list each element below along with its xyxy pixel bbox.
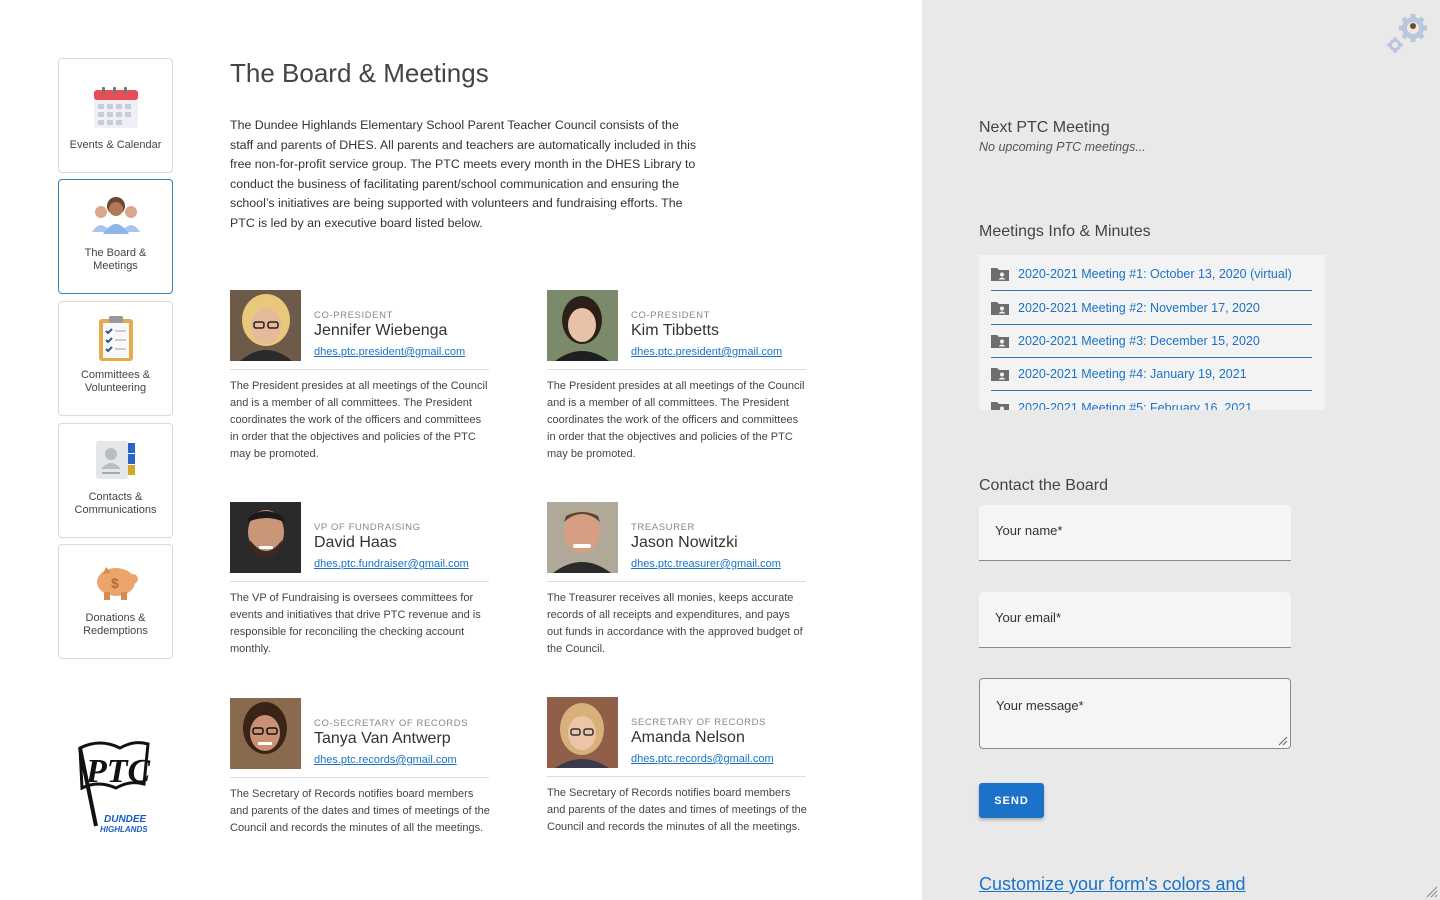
clipboard-checklist-icon [91,313,141,363]
member-role: SECRETARY OF RECORDS [631,717,766,728]
divider [230,369,489,370]
divider [547,776,806,777]
folder-shared-icon [991,267,1009,281]
send-button[interactable]: SEND [979,783,1044,818]
member-role: TREASURER [631,522,695,533]
logo-sub2: HIGHLANDS [100,825,148,834]
member-email-link[interactable]: dhes.ptc.president@gmail.com [631,346,782,358]
divider [547,369,806,370]
member-name: Jason Nowitzki [631,534,738,551]
member-name: Tanya Van Antwerp [314,730,451,747]
minutes-list[interactable]: 2020-2021 Meeting #1: October 13, 2020 (… [979,255,1325,410]
member-role: CO-PRESIDENT [314,310,393,321]
customize-form-link[interactable]: Customize your form's colors and [979,874,1246,895]
minutes-link[interactable]: 2020-2021 Meeting #2: November 17, 2020 [1018,301,1260,315]
member-email-link[interactable]: dhes.ptc.treasurer@gmail.com [631,558,781,570]
divider [547,581,806,582]
nav-board-meetings[interactable]: The Board & Meetings [58,179,173,294]
member-description: The VP of Fundraising is oversees commit… [230,592,481,655]
member-name: Kim Tibbetts [631,322,720,339]
member-email-link[interactable]: dhes.ptc.records@gmail.com [314,754,457,766]
member-description: The President presides at all meetings o… [230,380,488,460]
next-meeting-note: No upcoming PTC meetings... [979,140,1146,154]
folder-shared-icon [991,401,1009,410]
nav-label: The Board & Meetings [84,247,147,272]
member-photo [230,502,301,573]
member-description: The Secretary of Records notifies board … [230,788,490,834]
minutes-link[interactable]: 2020-2021 Meeting #3: December 15, 2020 [1018,334,1260,348]
member-photo [547,697,618,768]
member-role: CO-PRESIDENT [631,310,710,321]
settings-gear-icon[interactable] [1386,12,1430,54]
minutes-link[interactable]: 2020-2021 Meeting #5: February 16, 2021 [1018,401,1252,411]
list-item[interactable]: 2020-2021 Meeting #2: November 17, 2020 [991,291,1312,325]
nav-committees-volunteering[interactable]: Committees & Volunteering [58,301,173,416]
member-role: VP OF FUNDRAISING [314,522,421,533]
message-field-label: Your message* [996,698,1084,713]
next-meeting-title: Next PTC Meeting [979,119,1110,136]
divider [230,581,489,582]
member-role: CO-SECRETARY OF RECORDS [314,718,469,729]
member-description: The President presides at all meetings o… [547,380,805,460]
logo-sub1: DUNDEE [104,814,147,825]
svg-text:$: $ [111,575,119,591]
member-photo [547,290,618,361]
email-field-label: Your email* [995,610,1062,625]
divider [230,777,489,778]
piggy-bank-icon: $ [91,556,141,606]
folder-shared-icon [991,334,1009,348]
calendar-icon [91,83,141,133]
people-group-icon [91,191,141,241]
nav-events-calendar[interactable]: Events & Calendar [58,58,173,173]
member-name: David Haas [314,534,397,551]
ptc-logo: PTC DUNDEE HIGHLANDS [74,738,158,838]
intro-paragraph: The Dundee Highlands Elementary School P… [230,118,697,230]
name-field[interactable]: Your name* [979,505,1291,561]
logo-text: PTC [85,753,151,790]
list-item[interactable]: 2020-2021 Meeting #4: January 19, 2021 [991,357,1312,391]
minutes-link[interactable]: 2020-2021 Meeting #1: October 13, 2020 (… [1018,267,1292,281]
member-name: Jennifer Wiebenga [314,322,448,339]
message-field[interactable]: Your message* [979,678,1291,749]
member-description: The Secretary of Records notifies board … [547,787,807,833]
contact-card-icon [91,435,141,485]
member-email-link[interactable]: dhes.ptc.fundraiser@gmail.com [314,558,469,570]
nav-label: Contacts & Communications [74,491,157,516]
member-photo [230,290,301,361]
page-title: The Board & Meetings [230,58,489,88]
resize-handle-icon[interactable] [1276,734,1288,746]
member-photo [230,698,301,769]
minutes-link[interactable]: 2020-2021 Meeting #4: January 19, 2021 [1018,367,1247,381]
minutes-title: Meetings Info & Minutes [979,223,1151,240]
member-photo [547,502,618,573]
list-item[interactable]: 2020-2021 Meeting #5: February 16, 2021 [991,391,1312,410]
member-email-link[interactable]: dhes.ptc.records@gmail.com [631,753,774,765]
member-email-link[interactable]: dhes.ptc.president@gmail.com [314,346,465,358]
member-description: The Treasurer receives all monies, keeps… [547,592,803,655]
folder-shared-icon [991,301,1009,315]
name-field-label: Your name* [995,523,1063,538]
nav-donations-redemptions[interactable]: $ Donations & Redemptions [58,544,173,659]
window-resize-icon[interactable] [1426,886,1438,898]
folder-shared-icon [991,367,1009,381]
email-field[interactable]: Your email* [979,592,1291,648]
nav-contacts-communications[interactable]: Contacts & Communications [58,423,173,538]
contact-title: Contact the Board [979,477,1108,494]
list-item[interactable]: 2020-2021 Meeting #3: December 15, 2020 [991,324,1312,358]
list-item[interactable]: 2020-2021 Meeting #1: October 13, 2020 (… [991,257,1312,291]
nav-label: Events & Calendar [69,139,162,151]
nav-label: Committees & Volunteering [80,369,151,394]
nav-label: Donations & Redemptions [83,612,148,637]
member-name: Amanda Nelson [631,729,745,746]
